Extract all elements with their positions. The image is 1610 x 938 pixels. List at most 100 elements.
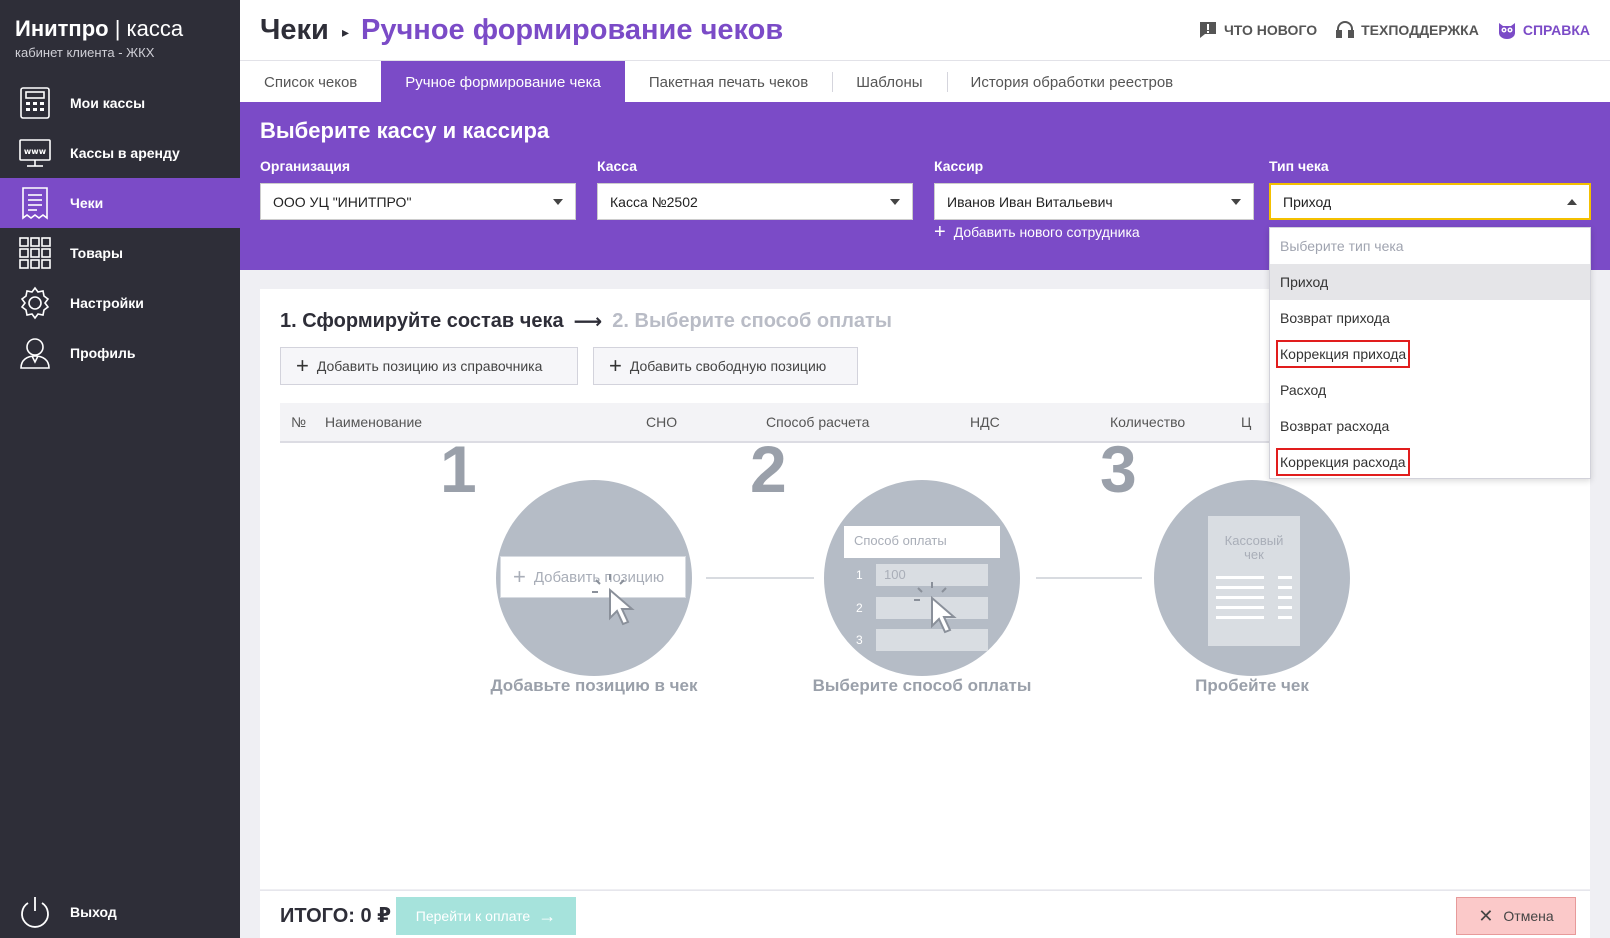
- illustration-step-number: 3: [1100, 432, 1137, 506]
- add-from-catalog-label: Добавить позицию из справочника: [316, 358, 543, 374]
- receipt-line: [1216, 606, 1264, 609]
- whats-new-link[interactable]: ЧТО НОВОГО: [1198, 20, 1317, 40]
- add-employee-link[interactable]: + Добавить нового сотрудника: [934, 221, 1140, 243]
- help-label: СПРАВКА: [1522, 22, 1590, 38]
- sidebar-item-checks[interactable]: Чеки: [0, 178, 240, 228]
- logout-label: Выход: [70, 904, 117, 920]
- chevron-down-icon: [1231, 198, 1241, 205]
- go-to-payment-label: Перейти к оплате: [415, 908, 531, 924]
- illustration-circle-add: + Добавить позицию: [496, 480, 692, 676]
- illustration-row-number: 2: [856, 601, 863, 615]
- cancel-button[interactable]: ✕ Отмена: [1456, 897, 1576, 935]
- illustration-row-number: 1: [856, 568, 863, 582]
- tab-registry-history[interactable]: История обработки реестров: [946, 61, 1198, 103]
- sidebar-item-rent-kassas[interactable]: www Кассы в аренду: [0, 128, 240, 178]
- header: Чеки ▸ Ручное формирование чеков ЧТО НОВ…: [240, 0, 1610, 60]
- add-employee-label: Добавить нового сотрудника: [953, 224, 1140, 240]
- tab-manual-check[interactable]: Ручное формирование чека: [381, 61, 625, 103]
- web-terminal-icon: www: [16, 134, 54, 172]
- option-label: Расход: [1280, 382, 1327, 398]
- brand-title: Инитпро | касса: [15, 16, 184, 41]
- org-select[interactable]: ООО УЦ "ИНИТПРО": [260, 183, 576, 220]
- power-icon: [16, 893, 54, 931]
- brand-logo[interactable]: Инитпро | касса кабинет клиента - ЖКХ: [15, 16, 183, 60]
- sidebar-item-settings[interactable]: Настройки: [0, 278, 240, 328]
- add-from-catalog-button[interactable]: + Добавить позицию из справочника: [280, 347, 578, 385]
- illustration-connector: [706, 577, 814, 579]
- svg-text:www: www: [24, 147, 47, 156]
- close-icon: ✕: [1478, 905, 1494, 926]
- tab-batch-print[interactable]: Пакетная печать чеков: [625, 61, 832, 103]
- check-type-dropdown: Выберите тип чека Приход Возврат прихода…: [1269, 227, 1591, 479]
- kassa-select[interactable]: Касса №2502: [597, 183, 913, 220]
- logout-button[interactable]: Выход: [16, 893, 117, 931]
- illustration-payment-method: Способ оплаты: [844, 526, 1000, 558]
- illustration-receipt-title: Кассовый чек: [1208, 534, 1300, 562]
- cursor-click-icon: [914, 582, 957, 634]
- option-label: Возврат расхода: [1280, 418, 1390, 434]
- go-to-payment-button[interactable]: Перейти к оплате →: [396, 897, 576, 935]
- cashier-value: Иванов Иван Витальевич: [947, 193, 1113, 210]
- kassa-label: Касса: [597, 158, 638, 174]
- plus-icon: +: [609, 353, 622, 378]
- column-quantity: Количество: [1110, 414, 1186, 430]
- dropdown-option-income-correction[interactable]: Коррекция прихода: [1270, 336, 1590, 372]
- dropdown-placeholder: Выберите тип чека: [1280, 238, 1404, 254]
- check-type-value: Приход: [1283, 193, 1332, 210]
- sidebar-item-my-kassas[interactable]: Мои кассы: [0, 78, 240, 128]
- dropdown-option-expense-return[interactable]: Возврат расхода: [1270, 408, 1590, 444]
- add-free-position-button[interactable]: + Добавить свободную позицию: [593, 347, 858, 385]
- page-title: Ручное формирование чеков: [361, 14, 784, 46]
- top-links: ЧТО НОВОГО ТЕХПОДДЕРЖКА СПРАВКА: [1198, 20, 1590, 40]
- sidebar-item-label: Мои кассы: [70, 95, 146, 111]
- headset-icon: [1336, 21, 1355, 38]
- sidebar-item-goods[interactable]: Товары: [0, 228, 240, 278]
- cancel-label: Отмена: [1503, 908, 1554, 924]
- support-label: ТЕХПОДДЕРЖКА: [1361, 22, 1479, 38]
- tab-templates[interactable]: Шаблоны: [832, 61, 946, 103]
- cashier-label: Кассир: [934, 158, 984, 174]
- receipt-line: [1216, 616, 1264, 619]
- chevron-down-icon: [553, 198, 563, 205]
- cashier-select[interactable]: Иванов Иван Витальевич: [934, 183, 1254, 220]
- sidebar-item-label: Кассы в аренду: [70, 145, 180, 161]
- illustration-label-payment: Выберите способ оплаты: [812, 676, 1032, 695]
- illustration-label-add: Добавьте позицию в чек: [490, 676, 698, 695]
- dropdown-option-expense[interactable]: Расход: [1270, 372, 1590, 408]
- steps-header: 1. Сформируйте состав чека ⟶ 2. Выберите…: [280, 309, 892, 334]
- cash-register-icon: [16, 84, 54, 122]
- breadcrumb-separator-icon: ▸: [342, 24, 350, 40]
- dropdown-option-expense-correction[interactable]: Коррекция расхода: [1270, 444, 1590, 480]
- receipt-line: [1278, 576, 1292, 579]
- help-link[interactable]: СПРАВКА: [1497, 20, 1590, 40]
- illustration-label-print: Пробейте чек: [1195, 676, 1309, 695]
- column-vat: НДС: [970, 414, 1000, 430]
- receipt-line: [1278, 616, 1292, 619]
- brand-subtitle: кабинет клиента - ЖКХ: [15, 45, 155, 60]
- breadcrumb-root[interactable]: Чеки: [260, 14, 329, 47]
- tab-check-list[interactable]: Список чеков: [240, 61, 381, 103]
- sidebar-item-label: Профиль: [70, 345, 136, 361]
- support-link[interactable]: ТЕХПОДДЕРЖКА: [1335, 20, 1479, 40]
- column-number: №: [291, 414, 307, 430]
- sidebar-item-profile[interactable]: Профиль: [0, 328, 240, 378]
- cursor-click-icon: [592, 574, 635, 626]
- receipt-text-line-2: чек: [1244, 547, 1264, 562]
- org-value: ООО УЦ "ИНИТПРО": [273, 193, 412, 210]
- sidebar-item-label: Настройки: [70, 295, 144, 311]
- dropdown-option-income[interactable]: Приход: [1270, 264, 1590, 300]
- column-name: Наименование: [325, 414, 423, 430]
- illustration-connector: [1036, 577, 1142, 579]
- panel-title: Выберите кассу и кассира: [260, 118, 550, 143]
- org-label: Организация: [260, 158, 351, 174]
- plus-icon: +: [296, 353, 309, 378]
- plus-icon: +: [934, 221, 946, 243]
- check-type-select[interactable]: Приход: [1269, 183, 1591, 220]
- illustration-circle-payment: Способ оплаты 1 100 2 3: [824, 480, 1020, 676]
- grid-icon: [16, 234, 54, 272]
- sidebar: Инитпро | касса кабинет клиента - ЖКХ Мо…: [0, 0, 240, 938]
- dropdown-option-income-return[interactable]: Возврат прихода: [1270, 300, 1590, 336]
- column-price: Ц: [1241, 414, 1252, 430]
- chevron-up-icon: [1567, 198, 1577, 205]
- chevron-down-icon: [890, 198, 900, 205]
